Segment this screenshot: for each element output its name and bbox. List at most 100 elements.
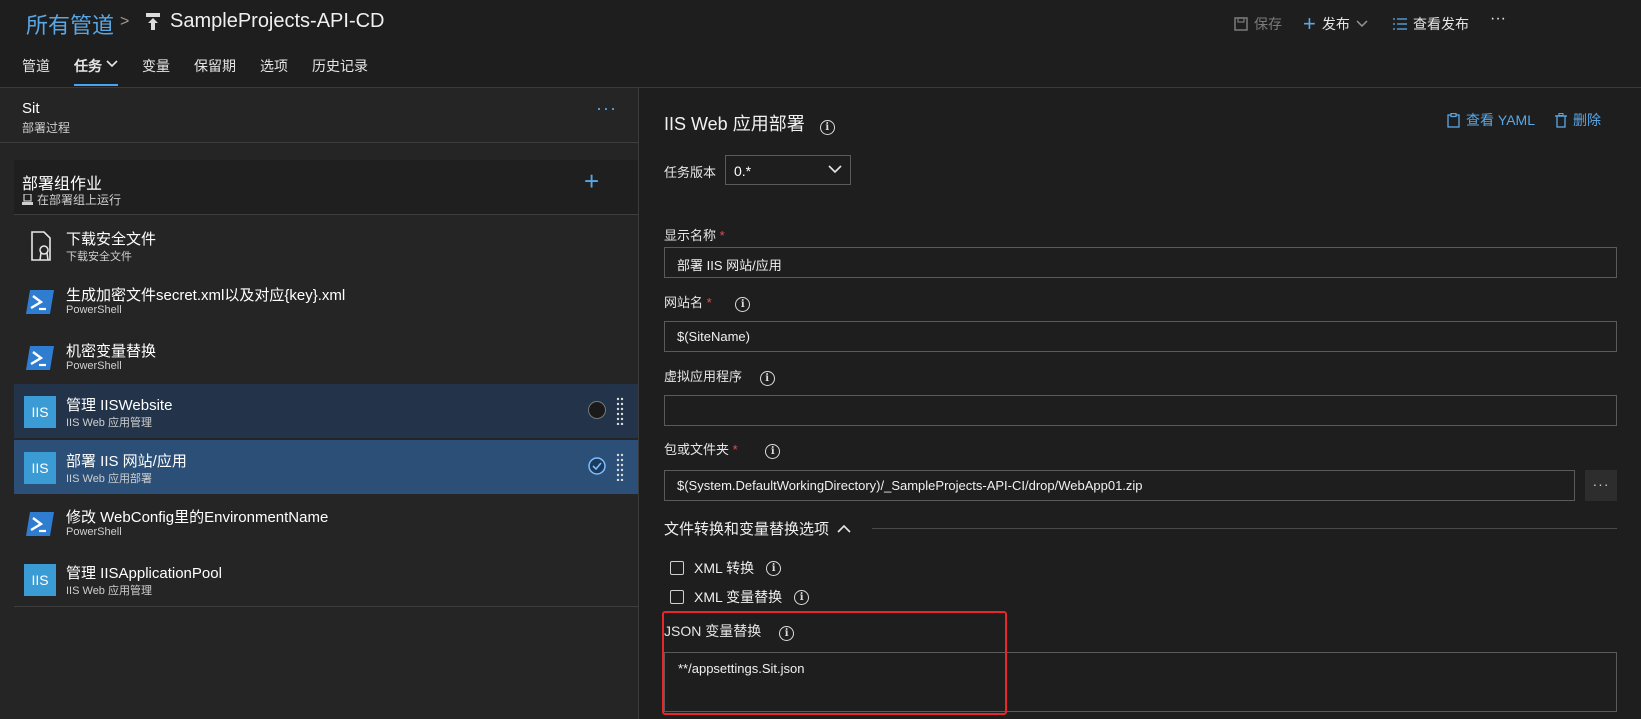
info-icon[interactable]: i — [819, 120, 835, 135]
release-button[interactable]: + 发布 — [1303, 11, 1368, 36]
task-list-bottom-divider — [14, 606, 638, 607]
xml-var-row: XML 变量替换 i — [670, 587, 810, 607]
xml-transform-label: XML 转换 — [694, 560, 755, 576]
task-item[interactable]: IIS 管理 IISApplicationPool IIS Web 应用管理 — [14, 552, 638, 606]
drag-handle-icon[interactable] — [616, 397, 624, 425]
xml-var-checkbox[interactable] — [670, 590, 684, 604]
stage-subtitle: 部署过程 — [22, 121, 71, 135]
tab-tasks-label: 任务 — [74, 58, 102, 74]
pipeline-title: SampleProjects-API-CD — [170, 10, 385, 32]
tab-bar: 管道 任务 变量 保留期 选项 历史记录 — [22, 56, 392, 86]
info-icon[interactable]: i — [765, 444, 781, 459]
stage-divider — [0, 142, 638, 143]
task-name: 生成加密文件secret.xml以及对应{key}.xml — [66, 287, 346, 304]
breadcrumb-all-pipelines[interactable]: 所有管道 — [26, 8, 114, 40]
task-type: PowerShell — [66, 526, 122, 538]
task-version-label: 任务版本 — [664, 165, 717, 180]
view-releases-button[interactable]: 查看发布 — [1393, 14, 1469, 34]
job-subtitle: 在部署组上运行 — [37, 193, 122, 207]
tab-tasks[interactable]: 任务 — [74, 56, 118, 86]
browse-button[interactable]: ··· — [1585, 470, 1617, 501]
view-releases-label: 查看发布 — [1413, 16, 1469, 32]
tab-pipeline[interactable]: 管道 — [22, 56, 50, 84]
virtual-app-label: 虚拟应用程序 — [664, 369, 743, 384]
annotation-highlight-box — [662, 611, 1007, 715]
display-name-value: 部署 IIS 网站/应用 — [677, 258, 782, 273]
xml-var-label: XML 变量替换 — [694, 589, 783, 605]
task-type: PowerShell — [66, 304, 122, 316]
view-yaml-label: 查看 YAML — [1466, 112, 1535, 128]
delete-task-button[interactable]: 删除 — [1555, 110, 1601, 130]
required-mark: * — [706, 295, 712, 310]
stage-more-button[interactable]: ··· — [596, 98, 617, 119]
task-name: 部署 IIS 网站/应用 — [66, 453, 187, 470]
website-name-field[interactable]: $(SiteName) — [664, 321, 1617, 352]
task-type: IIS Web 应用管理 — [66, 585, 152, 597]
more-actions-button[interactable]: ··· — [1490, 10, 1506, 28]
required-mark: * — [719, 228, 725, 243]
stage-name[interactable]: Sit — [22, 100, 40, 117]
section-title: 文件转换和变量替换选项 — [664, 521, 830, 538]
file-transform-section-toggle[interactable]: 文件转换和变量替换选项 — [664, 518, 851, 539]
drag-handle-icon[interactable] — [616, 453, 624, 481]
task-item[interactable]: IIS 部署 IIS 网站/应用 IIS Web 应用部署 — [14, 440, 638, 494]
info-icon[interactable]: i — [735, 297, 751, 312]
virtual-app-label-row: 虚拟应用程序 i — [664, 366, 775, 386]
plus-icon: + — [1303, 11, 1316, 36]
view-yaml-button[interactable]: 查看 YAML — [1447, 110, 1535, 130]
save-icon — [1234, 17, 1248, 31]
task-item[interactable]: 机密变量替换 PowerShell — [14, 330, 638, 384]
chevron-down-icon — [106, 60, 118, 68]
task-item[interactable]: 生成加密文件secret.xml以及对应{key}.xml PowerShell — [14, 274, 638, 328]
website-name-label: 网站名 — [664, 295, 704, 310]
powershell-icon — [26, 346, 54, 370]
display-name-label: 显示名称 — [664, 228, 717, 243]
tab-history[interactable]: 历史记录 — [312, 56, 368, 84]
package-path-value: $(System.DefaultWorkingDirectory)/_Sampl… — [677, 478, 1143, 493]
package-label: 包或文件夹 — [664, 442, 730, 457]
task-item[interactable]: 修改 WebConfig里的EnvironmentName PowerShell — [14, 496, 638, 550]
section-divider — [872, 528, 1617, 529]
task-name: 机密变量替换 — [66, 343, 157, 360]
tab-variables[interactable]: 变量 — [142, 56, 170, 84]
save-button[interactable]: 保存 — [1234, 14, 1282, 34]
powershell-icon — [26, 512, 54, 536]
delete-label: 删除 — [1573, 112, 1601, 128]
job-subtitle-row: 在部署组上运行 — [22, 191, 121, 208]
iis-icon: IIS — [24, 396, 56, 428]
breadcrumb-separator: > — [120, 13, 130, 30]
task-detail-title: IIS Web 应用部署 — [664, 114, 805, 134]
task-version-value: 0.* — [734, 163, 752, 179]
package-label-row: 包或文件夹 * i — [664, 439, 781, 459]
task-type: IIS Web 应用管理 — [66, 417, 152, 429]
display-name-field[interactable]: 部署 IIS 网站/应用 — [664, 247, 1617, 278]
info-icon[interactable]: i — [794, 589, 810, 605]
release-pipeline-icon — [146, 13, 160, 30]
virtual-app-field[interactable] — [664, 395, 1617, 426]
display-name-label-row: 显示名称 * — [664, 225, 725, 244]
website-name-value: $(SiteName) — [677, 329, 750, 344]
task-item[interactable]: 下载安全文件 下载安全文件 — [14, 218, 638, 272]
task-type: IIS Web 应用部署 — [66, 473, 152, 485]
task-name: 管理 IISApplicationPool — [66, 565, 222, 582]
required-mark: * — [732, 442, 738, 457]
task-enable-toggle[interactable] — [588, 401, 606, 419]
add-task-button[interactable]: + — [584, 168, 599, 194]
check-circle-icon[interactable] — [588, 457, 606, 475]
info-icon[interactable]: i — [759, 371, 775, 386]
task-name: 修改 WebConfig里的EnvironmentName — [66, 509, 329, 526]
package-path-field[interactable]: $(System.DefaultWorkingDirectory)/_Sampl… — [664, 470, 1575, 501]
trash-icon — [1555, 112, 1567, 128]
chevron-down-icon — [1356, 20, 1368, 27]
save-label: 保存 — [1254, 16, 1282, 32]
info-icon[interactable]: i — [766, 560, 782, 576]
iis-icon: IIS — [24, 452, 56, 484]
task-item[interactable]: IIS 管理 IISWebsite IIS Web 应用管理 — [14, 384, 638, 438]
xml-transform-checkbox[interactable] — [670, 561, 684, 575]
secure-file-icon — [31, 231, 51, 261]
task-version-select[interactable]: 0.* — [725, 155, 851, 185]
job-divider — [14, 214, 638, 215]
tab-options[interactable]: 选项 — [260, 56, 288, 84]
clipboard-icon — [1447, 112, 1460, 128]
tab-retention[interactable]: 保留期 — [194, 56, 236, 84]
